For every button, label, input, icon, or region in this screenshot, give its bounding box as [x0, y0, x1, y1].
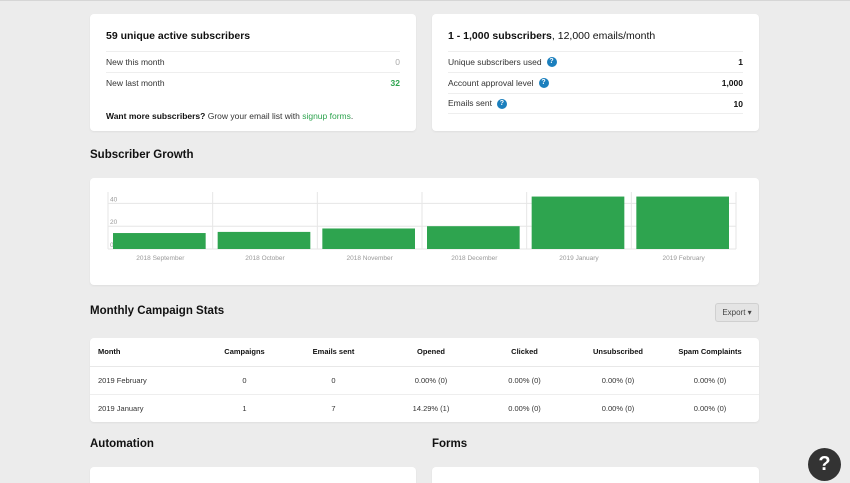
stat-value: 0 — [395, 57, 400, 67]
stat-value: 32 — [390, 78, 400, 88]
table-cell: 0 — [210, 366, 279, 395]
help-icon[interactable]: ? — [496, 98, 507, 109]
promo-heading: Want more subscribers? — [106, 111, 206, 121]
grow-list-promo: Want more subscribers? Grow your email l… — [106, 111, 353, 121]
forms-heading: Forms — [432, 438, 468, 450]
column-header-opened[interactable]: Opened — [388, 338, 474, 367]
stat-value: 1 — [738, 57, 743, 67]
x-tick-label: 2018 November — [347, 255, 394, 262]
x-tick-label: 2019 February — [663, 255, 706, 262]
table-cell: 0 — [279, 366, 388, 395]
column-header-campaigns[interactable]: Campaigns — [210, 338, 279, 367]
x-tick-label: 2018 September — [136, 255, 185, 262]
table-cell: 2019 February — [90, 366, 210, 395]
table-cell: 0.00% (0) — [474, 394, 575, 422]
stat-value: 1,000 — [721, 78, 743, 88]
top-divider — [0, 0, 850, 1]
stat-value: 10 — [733, 98, 743, 109]
campaign-stats-table: Month Campaigns Emails sent Opened Click… — [90, 338, 759, 422]
chart-bar — [427, 226, 520, 249]
help-question-icon[interactable]: ? — [808, 448, 841, 481]
table-row: 2019 January 1 7 14.29% (1) 0.00% (0) 0.… — [90, 394, 759, 422]
help-icon[interactable]: ? — [546, 57, 557, 68]
x-tick-label: 2019 January — [559, 255, 599, 262]
table-cell: 0.00% (0) — [474, 366, 575, 395]
table-cell: 7 — [279, 394, 388, 422]
stat-row-new-this-month: New this month 0 — [106, 51, 400, 72]
y-tick-label: 20 — [110, 219, 118, 226]
stat-label-wrap: Unique subscribers used? — [448, 57, 557, 68]
help-icon[interactable]: ? — [538, 78, 549, 89]
stat-row-account-approval-level: Account approval level? 1,000 — [448, 72, 743, 93]
table-cell: 2019 January — [90, 394, 210, 422]
plan-title: 1 - 1,000 subscribers, 12,000 emails/mon… — [448, 30, 656, 42]
subscriber-growth-chart: 020402018 September 2018 October 2018 Nove… — [107, 192, 737, 262]
subscriber-growth-card: 0 20 40 2018 September 2018 October 2018 Nove… — [90, 178, 759, 285]
table-cell: 0.00% (0) — [388, 366, 474, 395]
stat-label-wrap: Emails sent? — [448, 98, 507, 109]
chart-bar — [322, 228, 415, 249]
automation-heading: Automation — [90, 438, 154, 450]
campaign-stats-table-card: Month Campaigns Emails sent Opened Click… — [90, 338, 759, 422]
subscribers-summary-card: 59 unique active subscribers New this mo… — [90, 14, 416, 131]
table-row: 2019 February 0 0 0.00% (0) 0.00% (0) 0.… — [90, 366, 759, 395]
chart-bar — [217, 231, 311, 249]
forms-card — [432, 467, 759, 483]
export-button[interactable]: Export ▾ — [715, 303, 759, 322]
column-header-clicked[interactable]: Clicked — [474, 338, 575, 367]
table-cell: 1 — [210, 394, 279, 422]
automation-card — [90, 467, 416, 483]
column-header-month[interactable]: Month — [90, 338, 210, 367]
stat-row-emails-sent: Emails sent? 10 — [448, 93, 743, 114]
monthly-campaign-stats-heading: Monthly Campaign Stats — [90, 305, 225, 317]
plan-summary-card: 1 - 1,000 subscribers, 12,000 emails/mon… — [432, 14, 759, 131]
column-header-unsubscribed[interactable]: Unsubscribed — [575, 338, 661, 367]
signup-forms-link[interactable]: signup forms — [302, 111, 351, 121]
active-subscribers-title: 59 unique active subscribers — [106, 30, 251, 42]
stat-label: Account approval level — [448, 77, 534, 88]
table-cell: 0.00% (0) — [661, 394, 759, 422]
stat-label-wrap: Account approval level? — [448, 78, 549, 89]
subscriber-growth-heading: Subscriber Growth — [90, 149, 194, 161]
chart-bar — [113, 233, 206, 249]
stat-label: New this month — [106, 57, 165, 67]
chart-bar — [636, 196, 729, 249]
column-header-spam-complaints[interactable]: Spam Complaints — [661, 338, 759, 367]
stat-row-unique-subscribers-used: Unique subscribers used? 1 — [448, 51, 743, 72]
column-header-emails-sent[interactable]: Emails sent — [279, 338, 388, 367]
stat-label: New last month — [106, 78, 165, 88]
promo-end: . — [350, 111, 354, 121]
table-header-row: Month Campaigns Emails sent Opened Click… — [90, 338, 759, 367]
table-cell: 14.29% (1) — [388, 394, 474, 422]
stat-label: Emails sent — [448, 98, 492, 109]
y-tick-label: 40 — [110, 196, 118, 203]
chart-bar — [531, 196, 625, 249]
stat-row-new-last-month: New last month 32 — [106, 72, 400, 93]
table-cell: 0.00% (0) — [575, 366, 661, 395]
promo-text: Grow your email list with — [205, 111, 303, 121]
table-cell: 0.00% (0) — [661, 366, 759, 395]
table-cell: 0.00% (0) — [575, 394, 661, 422]
x-tick-label: 2018 October — [245, 255, 285, 262]
stat-label: Unique subscribers used — [448, 56, 542, 67]
x-tick-label: 2018 December — [451, 255, 498, 262]
